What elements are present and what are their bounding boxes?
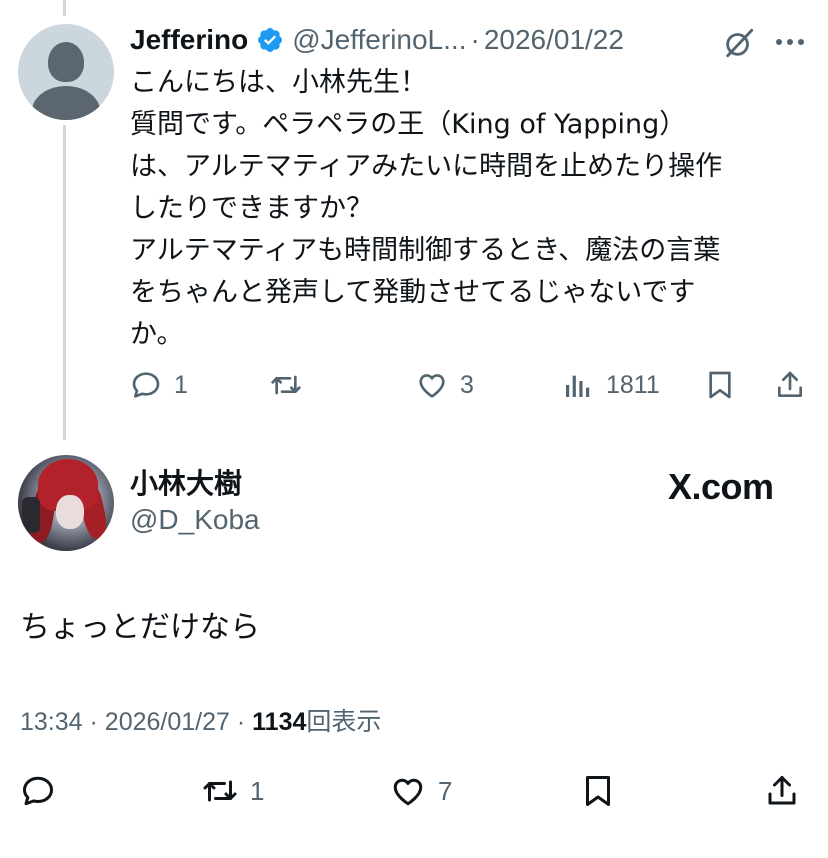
tweet-date[interactable]: 2026/01/27	[105, 708, 230, 736]
display-name[interactable]: Jefferino	[130, 24, 248, 56]
views-button[interactable]: 1811	[562, 364, 660, 406]
bookmark-icon	[709, 371, 731, 399]
separator-dot: ·	[470, 24, 480, 55]
views-count: 1811	[606, 370, 660, 399]
view-label: 回表示	[306, 708, 382, 736]
like-button[interactable]: 7	[390, 770, 452, 812]
tweet-body-line: アルテマティアも時間制御するとき、魔法の言葉	[130, 235, 721, 266]
grok-icon[interactable]	[722, 26, 756, 60]
like-count: 3	[460, 370, 474, 399]
share-icon	[778, 371, 802, 397]
like-icon	[393, 778, 423, 806]
view-count: 1134	[252, 708, 307, 736]
bookmark-icon	[586, 776, 610, 806]
reply-count: 1	[174, 370, 188, 399]
tweet-body-line: こんにちは、小林先生！	[130, 67, 427, 98]
more-icon[interactable]	[775, 38, 805, 46]
thread-line-top	[63, 0, 66, 16]
tweet-time[interactable]: 13:34	[20, 708, 83, 736]
tweet-body: ちょっとだけなら	[20, 610, 260, 645]
avatar[interactable]	[18, 24, 114, 120]
retweet-button[interactable]	[270, 364, 314, 406]
separator-dot: ·	[89, 708, 98, 736]
tweet-actions: 1 3 1811	[130, 364, 810, 406]
reply-icon	[132, 372, 160, 398]
like-count: 7	[438, 775, 453, 806]
avatar-microphone	[22, 497, 40, 533]
tweet-body-line: 質問です。ペラペラの王（King of Yapping）	[130, 109, 687, 140]
default-avatar-head	[48, 42, 84, 82]
default-avatar-body	[32, 86, 100, 120]
tweet-body-line: したりできますか？	[130, 193, 373, 224]
user-handle[interactable]: @JefferinoL...	[292, 24, 466, 56]
share-button[interactable]	[774, 364, 806, 406]
tweet-meta: 13:34 · 2026/01/27 · 1134回表示	[20, 702, 381, 738]
separator-dot: ·	[236, 708, 246, 736]
thread-line	[63, 125, 66, 440]
reply-button[interactable]: 1	[130, 364, 188, 406]
bookmark-button[interactable]	[704, 364, 736, 406]
retweet-count: 1	[250, 775, 265, 806]
tweet-body: こんにちは、小林先生！ 質問です。ペラペラの王（King of Yapping）…	[130, 62, 810, 356]
display-name[interactable]: 小林大樹	[130, 462, 242, 502]
avatar-face	[56, 495, 84, 529]
like-icon	[419, 374, 445, 398]
tweet-body-line: は、アルテマティアみたいに時間を止めたり操作	[130, 151, 723, 182]
reply-button[interactable]	[20, 770, 68, 812]
verified-badge-icon	[258, 28, 283, 52]
retweet-button[interactable]: 1	[202, 770, 264, 812]
tweet-date[interactable]: 2026/01/22	[484, 24, 624, 56]
share-icon	[768, 776, 796, 805]
retweet-icon	[271, 375, 301, 395]
bookmark-button[interactable]	[580, 770, 616, 812]
share-button[interactable]	[764, 770, 800, 812]
like-button[interactable]: 3	[416, 364, 474, 406]
reply-icon	[23, 776, 53, 806]
views-icon	[566, 375, 590, 397]
tweet-actions: 1 7	[20, 770, 810, 814]
parent-tweet-header: Jefferino @JefferinoL... · 2026/01/22	[130, 20, 624, 60]
user-handle[interactable]: @D_Koba	[130, 504, 260, 536]
tweet-body-line: か。	[130, 319, 184, 350]
retweet-icon	[203, 780, 237, 802]
x-logo: X.com	[668, 466, 774, 507]
tweet-body-line: をちゃんと発声して発動させてるじゃないです	[130, 277, 696, 308]
avatar[interactable]	[18, 455, 114, 551]
